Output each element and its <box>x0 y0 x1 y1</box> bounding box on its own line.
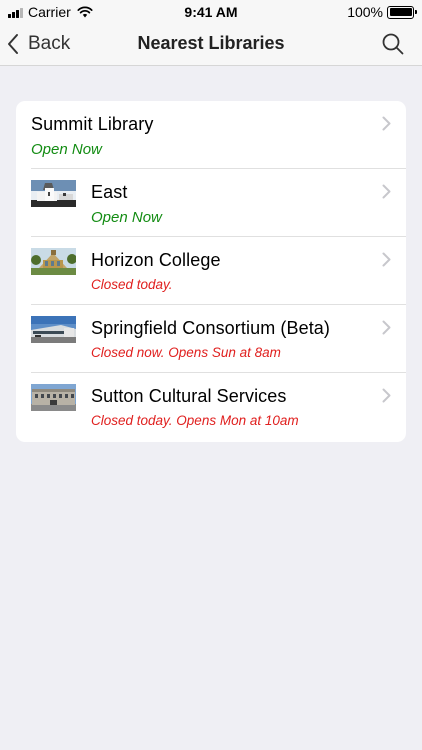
list-item-summit-library[interactable]: Summit Library Open Now <box>16 101 406 169</box>
status-right: 100% <box>347 4 417 20</box>
library-list: Summit Library Open Now East Open Now Ho… <box>16 101 406 442</box>
chevron-right-icon <box>382 320 391 335</box>
library-name: East <box>91 182 128 202</box>
chevron-right-icon <box>382 388 391 403</box>
page-title: Nearest Libraries <box>137 33 285 53</box>
library-status: Closed today. <box>91 277 173 292</box>
library-name: Summit Library <box>31 114 154 134</box>
chevron-right-icon <box>382 252 391 267</box>
search-icon[interactable] <box>380 31 406 57</box>
list-item-horizon-college[interactable]: Horizon College Closed today. <box>16 237 406 305</box>
library-status: Open Now <box>31 141 102 158</box>
library-thumbnail <box>31 384 76 411</box>
library-name: Sutton Cultural Services <box>91 386 287 406</box>
chevron-right-icon <box>382 184 391 199</box>
status-bar: Carrier 9:41 AM 100% <box>0 0 422 24</box>
library-thumbnail <box>31 316 76 343</box>
battery-percentage: 100% <box>347 4 383 20</box>
library-thumbnail <box>31 180 76 207</box>
library-thumbnail <box>31 248 76 275</box>
library-name: Springfield Consortium (Beta) <box>91 318 331 338</box>
library-status: Open Now <box>91 209 162 226</box>
library-name: Horizon College <box>91 250 221 270</box>
chevron-right-icon <box>382 116 391 131</box>
list-item-sutton-cultural-services[interactable]: Sutton Cultural Services Closed today. O… <box>16 373 406 441</box>
library-status: Closed today. Opens Mon at 10am <box>91 413 299 428</box>
battery-icon <box>387 5 417 19</box>
list-item-springfield-consortium[interactable]: Springfield Consortium (Beta) Closed now… <box>16 305 406 373</box>
library-status: Closed now. Opens Sun at 8am <box>91 345 281 360</box>
navigation-bar: Back Nearest Libraries <box>0 24 422 66</box>
list-item-east[interactable]: East Open Now <box>16 169 406 237</box>
